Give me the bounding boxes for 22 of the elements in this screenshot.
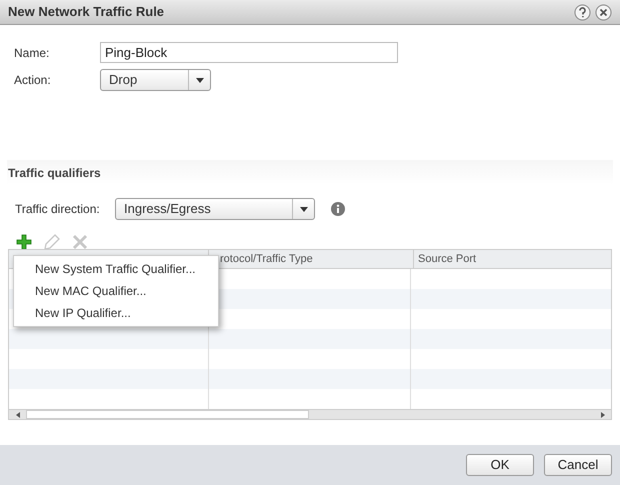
menu-item[interactable]: New IP Qualifier... (14, 302, 218, 324)
horizontal-scrollbar[interactable] (9, 409, 611, 419)
action-dropdown[interactable]: Drop (100, 69, 211, 91)
help-icon[interactable] (574, 4, 591, 20)
dialog-button[interactable]: OK (466, 454, 534, 476)
section-title: Traffic qualifiers (8, 164, 101, 182)
name-label: Name: (14, 44, 50, 62)
caret-icon (196, 78, 204, 82)
direction-dropdown[interactable]: Ingress/Egress (115, 198, 315, 220)
dialog-button[interactable]: Cancel (544, 454, 612, 476)
menu-item[interactable]: New MAC Qualifier... (14, 280, 218, 302)
close-icon[interactable] (595, 4, 612, 20)
scroll-right-icon[interactable] (600, 412, 604, 418)
action-label: Action: (14, 72, 52, 89)
name-field[interactable]: Ping-Block (100, 42, 398, 63)
column-header[interactable]: Source Port (414, 250, 611, 268)
scroll-left-icon[interactable] (16, 412, 20, 418)
window-title: New Network Traffic Rule (8, 3, 164, 22)
direction-label: Traffic direction: (15, 201, 101, 218)
plus-icon[interactable] (16, 234, 32, 250)
caret-icon (300, 206, 308, 212)
info-icon[interactable] (331, 202, 345, 216)
